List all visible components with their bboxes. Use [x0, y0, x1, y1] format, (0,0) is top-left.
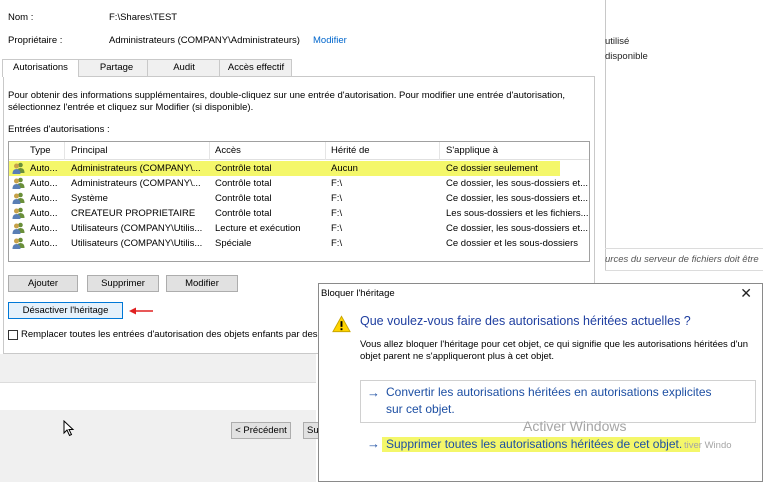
tab-permissions[interactable]: Autorisations	[2, 59, 79, 77]
cell-applies: Ce dossier seulement	[446, 163, 538, 174]
background-separator	[605, 248, 763, 249]
cell-access: Contrôle total	[215, 178, 272, 189]
column-access[interactable]: Accès	[215, 145, 241, 156]
replace-child-permissions-checkbox[interactable]	[8, 330, 18, 340]
info-text-line1: Pour obtenir des informations supplément…	[8, 90, 566, 101]
activation-watermark: Activer Windows	[523, 418, 627, 434]
column-inherited[interactable]: Hérité de	[331, 145, 370, 156]
user-group-icon	[12, 162, 25, 174]
table-row[interactable]: Auto... Utilisateurs (COMPANY\Utilis... Sp…	[9, 236, 589, 251]
cell-inherited: F:\	[331, 208, 343, 219]
user-group-icon	[12, 192, 25, 204]
column-separator	[64, 142, 65, 160]
cell-principal: Système	[71, 193, 108, 204]
tab-audit[interactable]: Audit	[147, 59, 220, 76]
column-principal[interactable]: Principal	[71, 145, 107, 156]
entries-label: Entrées d'autorisations :	[8, 124, 110, 135]
annotation-arrow-icon	[129, 307, 153, 315]
cell-access: Contrôle total	[215, 163, 272, 174]
footer-band-white	[0, 382, 316, 410]
disable-inheritance-button[interactable]: Désactiver l'héritage	[8, 302, 123, 319]
table-row[interactable]: Auto... Système Contrôle total F:\ Ce dossie…	[9, 191, 589, 206]
background-used-text: utilisé	[605, 36, 630, 47]
warning-icon	[332, 315, 351, 333]
user-group-icon	[12, 177, 25, 189]
arrow-right-icon: →	[367, 436, 380, 451]
cell-inherited: F:\	[331, 238, 343, 249]
column-separator	[589, 142, 590, 160]
background-free-text: disponible	[605, 51, 648, 62]
previous-button[interactable]: < Précédent	[231, 422, 291, 439]
remove-inherited-option[interactable]: Supprimer toutes les autorisations hérit…	[386, 437, 682, 451]
cell-principal: Utilisateurs (COMPANY\Utilis...	[71, 238, 203, 249]
background-server-text: urces du serveur de fichiers doit être	[605, 254, 759, 265]
cell-principal: Administrateurs (COMPANY\...	[71, 163, 201, 174]
permissions-table[interactable]: Type Principal Accès Hérité de S'appliqu…	[8, 141, 590, 262]
remove-button[interactable]: Supprimer	[87, 275, 159, 292]
cell-principal: Administrateurs (COMPANY\...	[71, 178, 201, 189]
cell-access: Contrôle total	[215, 193, 272, 204]
arrow-right-icon: →	[367, 385, 380, 400]
cell-access: Contrôle total	[215, 208, 272, 219]
column-separator	[209, 142, 210, 160]
cell-principal: Utilisateurs (COMPANY\Utilis...	[71, 223, 203, 234]
column-separator	[439, 142, 440, 160]
column-applies-to[interactable]: S'applique à	[446, 145, 498, 156]
cell-inherited: F:\	[331, 223, 343, 234]
cell-type: Auto...	[30, 238, 58, 249]
cell-applies: Ce dossier et les sous-dossiers	[446, 238, 578, 249]
cell-inherited: Aucun	[331, 163, 358, 174]
cell-access: Lecture et exécution	[215, 223, 301, 234]
table-row[interactable]: Auto... CREATEUR PROPRIETAIRE Contrôle tot…	[9, 206, 589, 221]
cell-type: Auto...	[30, 163, 58, 174]
close-icon[interactable]: ✕	[740, 285, 752, 302]
edit-button[interactable]: Modifier	[166, 275, 238, 292]
cell-type: Auto...	[30, 193, 58, 204]
convert-option-line2: sur cet objet.	[386, 402, 455, 416]
background-separator-2	[605, 270, 763, 271]
cell-inherited: F:\	[331, 178, 343, 189]
cell-inherited: F:\	[331, 193, 343, 204]
convert-option-line1: Convertir les autorisations héritées en …	[386, 385, 712, 399]
replace-child-permissions-label: Remplacer toutes les entrées d'autorisat…	[21, 329, 318, 340]
cell-applies: Ce dossier, les sous-dossiers et...	[446, 178, 589, 189]
cell-type: Auto...	[30, 178, 58, 189]
convert-option-button[interactable]: → Convertir les autorisations héritées e…	[360, 380, 756, 423]
cell-type: Auto...	[30, 223, 58, 234]
user-group-icon	[12, 222, 25, 234]
footer-band	[0, 354, 316, 382]
cell-access: Spéciale	[215, 238, 252, 249]
tab-effective-access[interactable]: Accès effectif	[218, 59, 293, 76]
tab-sharing[interactable]: Partage	[77, 59, 149, 76]
tab-bar: Autorisations Partage Audit Accès effect…	[2, 59, 293, 77]
cell-applies: Ce dossier, les sous-dossiers et...	[446, 193, 589, 204]
owner-change-link[interactable]: Modifier	[313, 35, 347, 46]
cell-principal: CREATEUR PROPRIETAIRE	[71, 208, 196, 219]
mouse-cursor-icon	[63, 420, 75, 437]
add-button[interactable]: Ajouter	[8, 275, 78, 292]
cell-applies: Ce dossier, les sous-dossiers et...	[446, 223, 589, 234]
owner-label: Propriétaire :	[8, 35, 63, 46]
dialog-title: Bloquer l'héritage	[321, 288, 395, 299]
column-separator	[325, 142, 326, 160]
name-label: Nom :	[8, 12, 34, 23]
user-group-icon	[12, 237, 25, 249]
owner-value: Administrateurs (COMPANY\Administrateurs…	[109, 35, 300, 46]
table-row[interactable]: Auto... Utilisateurs (COMPANY\Utilis... Le…	[9, 221, 589, 236]
activation-watermark-partial: tiver Windo	[684, 440, 732, 451]
block-inheritance-dialog: Bloquer l'héritage ✕ Que voulez-vous fai…	[318, 283, 763, 482]
cell-applies: Les sous-dossiers et les fichiers...	[446, 208, 589, 219]
dialog-description: Vous allez bloquer l'héritage pour cet o…	[360, 339, 749, 362]
wizard-footer	[0, 410, 316, 482]
table-row[interactable]: Auto... Administrateurs (COMPANY\... Contr…	[9, 176, 589, 191]
table-row[interactable]: Auto... Administrateurs (COMPANY\... Contr…	[9, 161, 589, 176]
user-group-icon	[12, 207, 25, 219]
dialog-question: Que voulez-vous faire des autorisations …	[360, 314, 691, 328]
cell-type: Auto...	[30, 208, 58, 219]
column-type[interactable]: Type	[30, 145, 51, 156]
table-header: Type Principal Accès Hérité de S'appliqu…	[9, 142, 589, 160]
name-value: F:\Shares\TEST	[109, 12, 178, 23]
info-text-line2: sélectionnez l'entrée et cliquez sur Mod…	[8, 102, 254, 113]
